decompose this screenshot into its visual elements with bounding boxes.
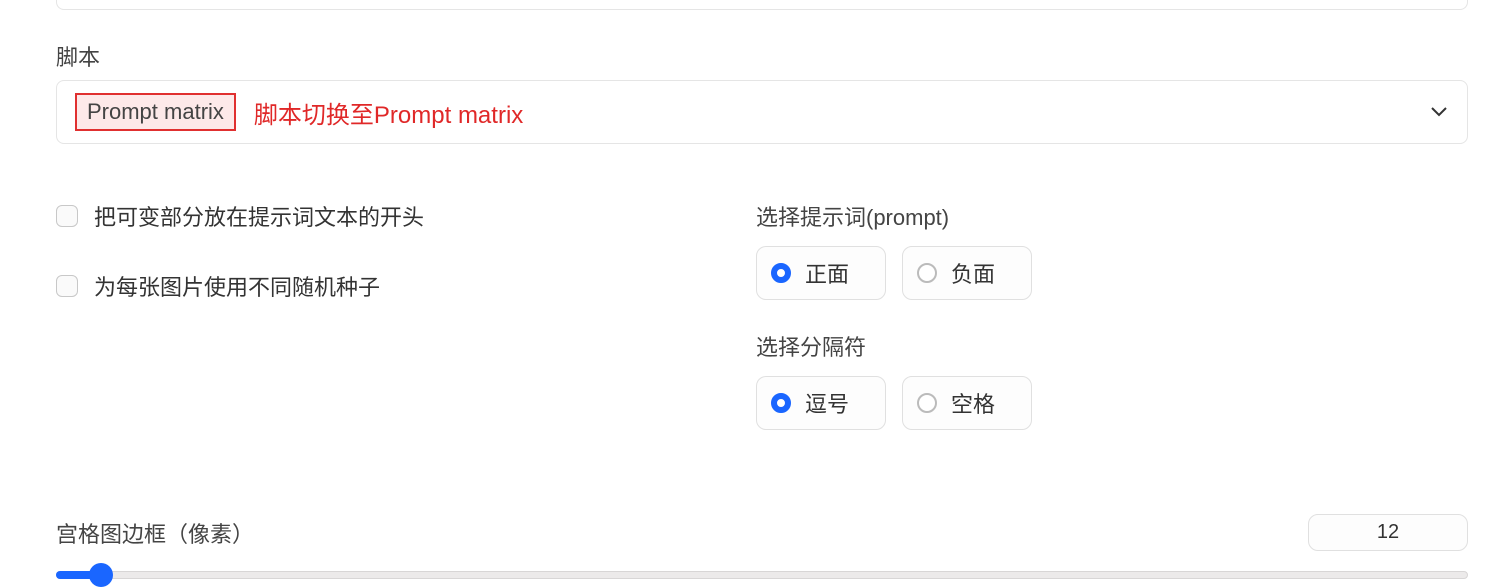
script-section-label: 脚本 [56,40,1480,72]
separator-select-label: 选择分隔符 [756,330,1480,362]
slider-thumb[interactable] [89,563,113,587]
grid-border-label: 宫格图边框（像素） [56,517,254,549]
radio-label: 空格 [951,387,995,419]
script-dropdown[interactable]: Prompt matrix 脚本切换至Prompt matrix [56,80,1468,144]
checkbox-variable-at-start[interactable]: 把可变部分放在提示词文本的开头 [56,200,756,232]
radio-icon [771,393,791,413]
prompt-select-group: 正面 负面 [756,246,1480,300]
radio-label: 正面 [805,257,849,289]
chevron-down-icon [1431,107,1447,117]
script-selected-value-highlight: Prompt matrix [75,93,236,131]
grid-border-value-input[interactable]: 12 [1308,514,1468,551]
radio-label: 逗号 [805,387,849,419]
prompt-select-label: 选择提示词(prompt) [756,200,1480,232]
radio-prompt-negative[interactable]: 负面 [902,246,1032,300]
grid-border-slider[interactable] [56,563,1468,587]
radio-separator-space[interactable]: 空格 [902,376,1032,430]
checkbox-label: 把可变部分放在提示词文本的开头 [94,200,424,232]
slider-track [56,571,1468,579]
radio-icon [917,263,937,283]
checkbox-different-seed[interactable]: 为每张图片使用不同随机种子 [56,270,756,302]
radio-label: 负面 [951,257,995,289]
separator-select-group: 逗号 空格 [756,376,1480,430]
radio-icon [771,263,791,283]
checkbox-icon [56,275,78,297]
previous-panel-bottom-edge [56,0,1468,10]
radio-separator-comma[interactable]: 逗号 [756,376,886,430]
script-annotation-text: 脚本切换至Prompt matrix [254,95,523,130]
radio-icon [917,393,937,413]
checkbox-label: 为每张图片使用不同随机种子 [94,270,380,302]
radio-prompt-positive[interactable]: 正面 [756,246,886,300]
checkbox-icon [56,205,78,227]
